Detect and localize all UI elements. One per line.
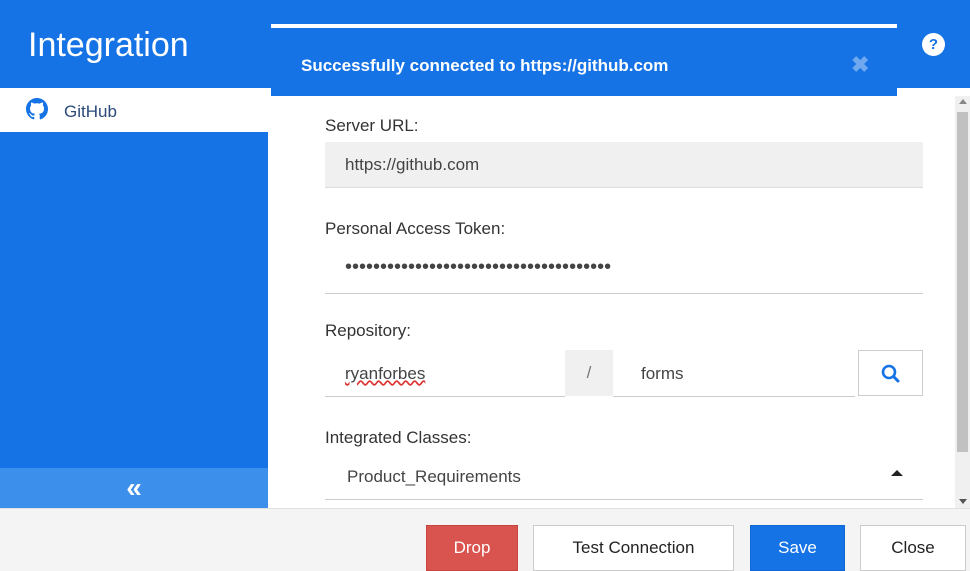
sidebar-item-label: GitHub xyxy=(64,102,117,121)
dialog-footer: Drop Test Connection Save Close xyxy=(0,508,970,571)
server-url-field: https://github.com xyxy=(325,142,923,188)
scrollbar-thumb[interactable] xyxy=(957,112,968,452)
repository-owner-value: ryanforbes xyxy=(345,364,426,383)
repository-search-button[interactable] xyxy=(858,350,923,396)
token-value: •••••••••••••••••••••••••••••••••••••• xyxy=(345,256,612,278)
token-label: Personal Access Token: xyxy=(325,219,506,238)
token-field[interactable]: •••••••••••••••••••••••••••••••••••••• xyxy=(325,248,923,294)
help-icon[interactable]: ? xyxy=(922,33,945,56)
sidebar: GitHub xyxy=(0,88,268,468)
integration-form: Server URL: https://github.com Personal … xyxy=(270,96,960,508)
save-button[interactable]: Save xyxy=(750,525,845,571)
repository-name-input[interactable]: forms xyxy=(613,350,855,397)
repository-owner-input[interactable]: ryanforbes xyxy=(325,350,565,397)
test-connection-button[interactable]: Test Connection xyxy=(533,525,734,571)
dialog-title: Integration xyxy=(28,26,189,64)
collapse-sidebar-button[interactable]: « xyxy=(0,468,268,508)
integrated-classes-label: Integrated Classes: xyxy=(325,428,472,447)
integrated-classes-select[interactable]: Product_Requirements xyxy=(325,454,923,500)
close-button[interactable]: Close xyxy=(860,525,966,571)
integrated-classes-value: Product_Requirements xyxy=(347,467,521,486)
scroll-down-icon[interactable] xyxy=(959,499,967,504)
server-url-label: Server URL: xyxy=(325,116,419,135)
drop-button[interactable]: Drop xyxy=(426,525,518,571)
chevron-up-icon xyxy=(891,470,903,476)
toast-message: Successfully connected to https://github… xyxy=(301,56,669,75)
github-icon xyxy=(26,98,48,120)
search-icon xyxy=(881,364,900,383)
success-toast: Successfully connected to https://github… xyxy=(271,24,897,96)
repository-name-value: forms xyxy=(641,364,684,383)
repository-separator: / xyxy=(565,350,613,396)
close-icon[interactable]: ✖ xyxy=(851,52,869,78)
server-url-value: https://github.com xyxy=(345,155,480,174)
repository-label: Repository: xyxy=(325,321,411,340)
sidebar-item-github[interactable]: GitHub xyxy=(0,88,268,132)
scroll-up-icon[interactable] xyxy=(959,99,967,104)
form-scrollbar[interactable] xyxy=(955,96,970,508)
